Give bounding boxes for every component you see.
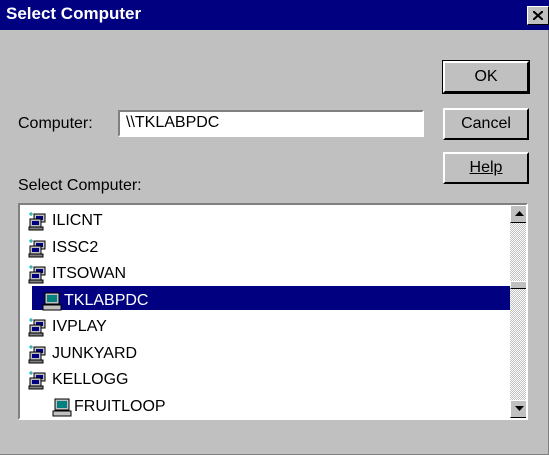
list-item-label: TKLABPDC bbox=[62, 291, 151, 310]
scroll-up-button[interactable] bbox=[510, 205, 526, 223]
dialog-title: Select Computer bbox=[6, 4, 142, 23]
list-item-label: JUNKYARD bbox=[52, 344, 138, 362]
close-button[interactable] bbox=[527, 6, 549, 25]
list-item-label: ITSOWAN bbox=[52, 265, 127, 282]
computer-icon bbox=[50, 398, 74, 418]
domain-icon bbox=[28, 371, 52, 391]
computer-icon bbox=[40, 292, 64, 312]
list-item-label: ILICNT bbox=[52, 212, 103, 229]
vertical-scrollbar[interactable] bbox=[510, 205, 526, 418]
help-button[interactable]: Help bbox=[443, 152, 529, 184]
title-bar: Select Computer bbox=[0, 0, 549, 30]
domain-icon bbox=[28, 238, 52, 259]
domain-icon bbox=[28, 344, 52, 365]
scroll-down-button[interactable] bbox=[510, 400, 526, 418]
close-icon bbox=[533, 11, 543, 20]
ok-button[interactable]: OK bbox=[442, 60, 530, 94]
computer-list[interactable]: ILICNT ISSC2 ITSOWAN TKLABPDC IVPLAY JUNKYARD… bbox=[18, 203, 528, 420]
domain-icon bbox=[28, 212, 52, 232]
arrow-up-icon bbox=[515, 211, 524, 216]
select-computer-dialog: Select Computer OK Cancel Help Computer:… bbox=[0, 0, 549, 455]
list-item-label: IVPLAY bbox=[52, 318, 107, 335]
computer-label: Computer: bbox=[18, 115, 93, 132]
computer-input[interactable]: \\TKLABPDC bbox=[118, 110, 424, 137]
list-item-label: FRUITLOOP bbox=[74, 397, 166, 415]
domain-icon bbox=[28, 265, 52, 285]
cancel-button[interactable]: Cancel bbox=[443, 108, 529, 140]
domain-icon bbox=[28, 318, 52, 338]
list-item-label: ISSC2 bbox=[52, 238, 99, 256]
select-computer-label: Select Computer: bbox=[18, 177, 142, 194]
scroll-thumb[interactable] bbox=[510, 281, 526, 289]
list-item-label: KELLOGG bbox=[52, 371, 129, 388]
arrow-down-icon bbox=[515, 406, 524, 411]
